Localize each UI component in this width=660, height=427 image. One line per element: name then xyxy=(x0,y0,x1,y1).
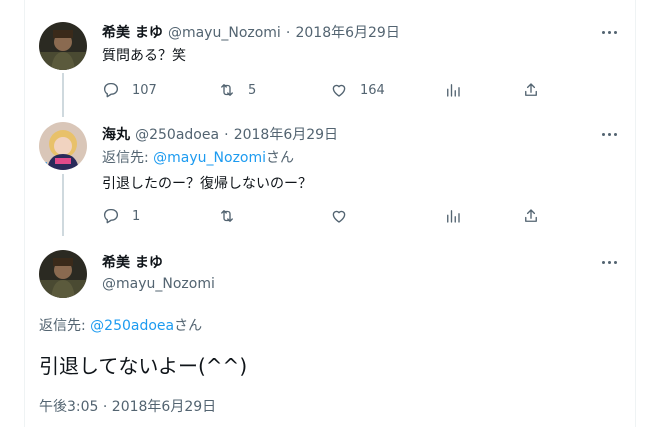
tweet-header: 海丸 @250adoea · 2018年6月29日 xyxy=(102,124,338,145)
reply-icon xyxy=(103,208,119,224)
avatar[interactable] xyxy=(39,122,87,170)
tweet-header: 希美 まゆ xyxy=(102,252,163,273)
thread-connector xyxy=(62,73,64,117)
avatar[interactable] xyxy=(39,250,87,298)
reply-context: 返信先: @mayu_Nozomiさん xyxy=(102,148,294,168)
thread-connector xyxy=(62,174,64,236)
like-icon xyxy=(332,84,346,97)
like-button[interactable] xyxy=(330,206,348,226)
reply-context: 返信先: @250adoeaさん xyxy=(39,316,202,336)
share-icon xyxy=(525,209,537,222)
like-icon xyxy=(332,210,346,223)
avatar[interactable] xyxy=(39,22,87,70)
retweet-count: 5 xyxy=(248,82,257,98)
handle[interactable]: @250adoea xyxy=(135,127,219,143)
tweet-text: 質問ある？笑 xyxy=(102,48,186,64)
reply-count: 1 xyxy=(132,208,141,224)
separator: · xyxy=(285,25,291,41)
reply-suffix: さん xyxy=(174,318,203,334)
more-icon[interactable] xyxy=(599,252,619,272)
more-icon[interactable] xyxy=(599,22,619,42)
display-name[interactable]: 海丸 xyxy=(102,127,130,143)
display-name[interactable]: 希美 まゆ xyxy=(102,255,163,271)
tweet-text: 引退したのー？復帰しないのー？ xyxy=(102,176,312,192)
analytics-icon xyxy=(447,210,460,223)
reply-button[interactable]: 107 xyxy=(102,80,157,100)
retweet-button[interactable]: 5 xyxy=(218,80,256,100)
reply-to-link[interactable]: @mayu_Nozomi xyxy=(153,150,266,166)
handle[interactable]: @mayu_Nozomi xyxy=(102,274,215,294)
handle[interactable]: @mayu_Nozomi xyxy=(168,25,281,41)
reply-prefix: 返信先: xyxy=(102,150,154,166)
retweet-icon xyxy=(221,210,233,222)
reply-count: 107 xyxy=(132,82,157,98)
share-button[interactable] xyxy=(522,80,540,100)
reply-to-link[interactable]: @250adoea xyxy=(90,318,174,334)
reply-icon xyxy=(103,82,119,98)
tweet-timestamp[interactable]: 午後3:05 · 2018年6月29日 xyxy=(39,397,216,417)
like-count: 164 xyxy=(360,82,385,98)
analytics-button[interactable] xyxy=(444,80,462,100)
display-name[interactable]: 希美 まゆ xyxy=(102,25,163,41)
retweet-button[interactable] xyxy=(218,206,236,226)
analytics-icon xyxy=(447,84,460,97)
reply-button[interactable]: 1 xyxy=(102,206,140,226)
reply-suffix: さん xyxy=(266,150,295,166)
tweet-actions: 107 5 164 xyxy=(102,80,542,100)
tweet-text: 引退してないよー(^^) xyxy=(39,354,248,378)
like-button[interactable]: 164 xyxy=(330,80,385,100)
share-button[interactable] xyxy=(522,206,540,226)
retweet-icon xyxy=(221,84,233,96)
share-icon xyxy=(525,83,537,96)
tweet-actions: 1 xyxy=(102,206,542,226)
reply-prefix: 返信先: xyxy=(39,318,91,334)
conversation-thread: 希美 まゆ @mayu_Nozomi · 2018年6月29日 質問ある？笑 1… xyxy=(24,0,636,427)
tweet-date[interactable]: 2018年6月29日 xyxy=(295,25,399,41)
separator: · xyxy=(224,127,229,143)
more-icon[interactable] xyxy=(599,124,619,144)
tweet-header: 希美 まゆ @mayu_Nozomi · 2018年6月29日 xyxy=(102,22,400,43)
analytics-button[interactable] xyxy=(444,206,462,226)
tweet-date[interactable]: 2018年6月29日 xyxy=(234,127,338,143)
